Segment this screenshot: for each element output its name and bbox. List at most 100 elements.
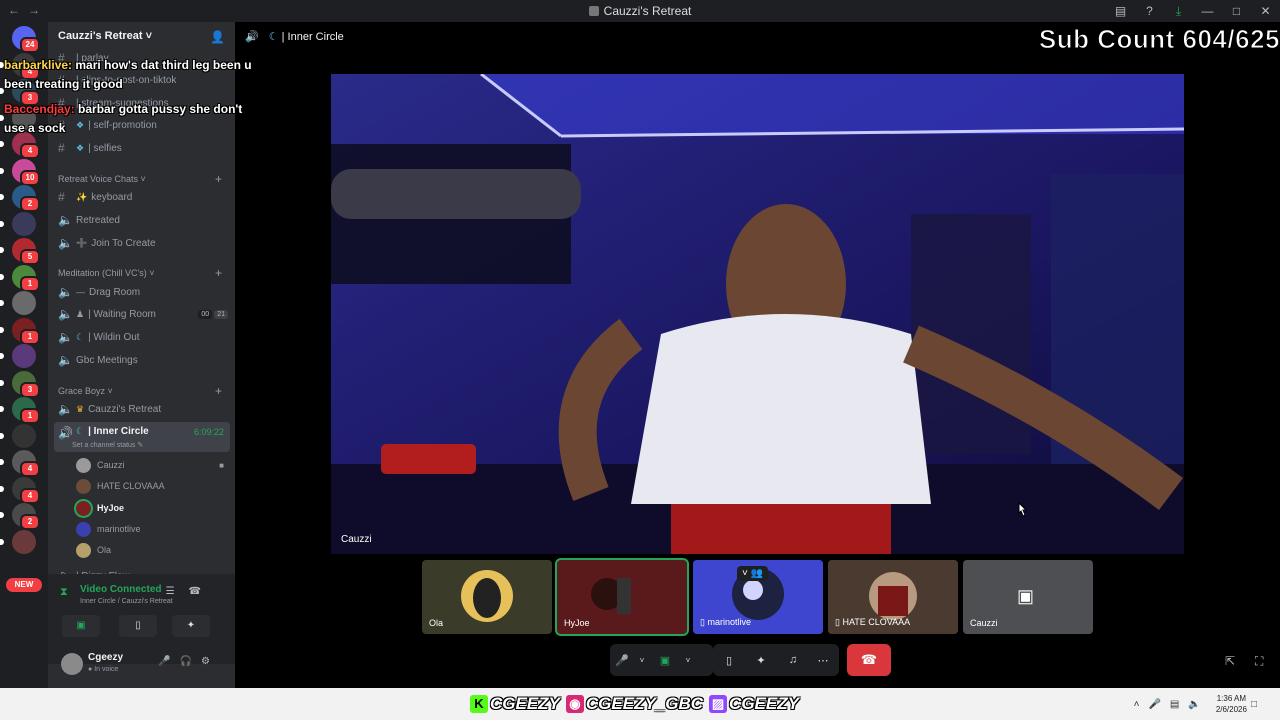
channel-status[interactable]: Set a channel status ✎: [72, 441, 143, 449]
activities-button[interactable]: ✦: [172, 615, 210, 637]
close-button[interactable]: ✕: [1251, 4, 1280, 18]
unread-pip: [0, 300, 4, 306]
activities-icon[interactable]: ✦: [745, 654, 777, 667]
server-icon[interactable]: [0, 344, 36, 368]
main-video-feed[interactable]: Cauzzi: [331, 74, 1184, 554]
disconnect-icon[interactable]: ☎: [189, 586, 215, 597]
category-grace[interactable]: Grace Boyz ˅ +: [58, 384, 230, 398]
notification-icon[interactable]: □: [1251, 699, 1257, 710]
more-options-icon[interactable]: ⋯: [809, 654, 837, 667]
channel-keyboard[interactable]: # ✨ keyboard: [54, 187, 230, 207]
category-label: Retreat Voice Chats: [58, 174, 139, 184]
channel-gbc-meetings[interactable]: 🔈 Gbc Meetings: [54, 350, 230, 370]
speaker-icon: 🔈: [58, 213, 73, 227]
server-icon[interactable]: 4: [0, 476, 40, 504]
channel-wildin-out[interactable]: 🔈 ☾ | Wildin Out: [54, 327, 230, 347]
clock[interactable]: 1:36 AM 2/6/2026: [1216, 693, 1247, 715]
server-icon[interactable]: 1: [0, 397, 40, 424]
member-ola[interactable]: Ola: [76, 540, 228, 560]
home-icon[interactable]: 24: [12, 26, 40, 53]
server-icon[interactable]: 2: [0, 185, 40, 212]
tile-marinotlive[interactable]: ˅ 👥 ▯ marinotlive: [693, 560, 823, 634]
category-voice[interactable]: Retreat Voice Chats ˅ +: [58, 172, 230, 186]
hash-icon: #: [58, 141, 65, 155]
channel-retreated[interactable]: 🔈 Retreated: [54, 210, 230, 230]
channel-waiting-room[interactable]: 🔈 ♟ | Waiting Room 00 21: [54, 304, 230, 324]
unread-pip: [0, 167, 4, 174]
unread-pip: [0, 485, 4, 492]
member-hate-clovaaa[interactable]: HATE CLOVAAA: [76, 476, 228, 496]
fullscreen-icon[interactable]: ⛶: [1255, 654, 1263, 669]
voice-status-title[interactable]: Video Connected: [80, 584, 162, 595]
server-icon[interactable]: [0, 529, 36, 554]
popout-icon[interactable]: ⇱: [1225, 654, 1235, 668]
avatar: [76, 478, 91, 494]
channel-label: keyboard: [91, 191, 133, 203]
noise-suppression-icon[interactable]: ☰: [166, 586, 189, 597]
screen-share-button[interactable]: ▯: [119, 615, 157, 637]
window-title: Cauzzi's Retreat: [0, 4, 1280, 18]
server-icon[interactable]: 1: [0, 264, 40, 292]
channel-cauzzis-retreat[interactable]: 🔈 ♛ Cauzzi's Retreat: [54, 399, 230, 419]
tile-ola[interactable]: Ola: [422, 560, 552, 634]
signal-icon[interactable]: ⧗: [60, 586, 68, 599]
channel-selfies[interactable]: # ❖ | selfies: [54, 138, 230, 158]
microphone-icon[interactable]: 🎤: [158, 656, 179, 667]
inbox-icon[interactable]: ▤: [1106, 4, 1135, 18]
invite-icon[interactable]: 👤: [210, 30, 225, 44]
help-icon[interactable]: ?: [1135, 4, 1164, 18]
mic-options-icon[interactable]: ˅: [634, 656, 650, 665]
microphone-tray-icon[interactable]: 🎤: [1148, 699, 1160, 710]
tile-options-icon[interactable]: ˅ 👥: [737, 566, 769, 581]
server-icon[interactable]: 2: [0, 503, 40, 530]
server-icon[interactable]: [0, 211, 36, 236]
volume-icon[interactable]: 🔈: [1188, 699, 1200, 710]
video-frame: [331, 74, 1184, 554]
camera-options-icon[interactable]: ˅: [680, 656, 696, 665]
tile-hate-clovaaa[interactable]: ▯ HATE CLOVAAA: [828, 560, 958, 634]
unread-pip: [0, 194, 4, 200]
chevron-up-icon[interactable]: ˄: [1134, 699, 1140, 710]
add-channel-icon[interactable]: +: [215, 172, 222, 186]
server-icon[interactable]: [0, 291, 36, 315]
user-avatar[interactable]: [61, 653, 83, 675]
server-icon[interactable]: 5: [0, 238, 40, 265]
tile-hyjoe[interactable]: HyJoe: [555, 558, 689, 636]
settings-gear-icon[interactable]: ⚙: [201, 656, 219, 667]
new-badge[interactable]: NEW: [6, 578, 42, 592]
server-icon[interactable]: 1: [0, 317, 40, 345]
channel-join-to-create[interactable]: 🔈 ➕ Join To Create: [54, 233, 230, 253]
sparkle-icon: ✨: [76, 191, 88, 202]
download-icon[interactable]: ⤓: [1164, 4, 1193, 19]
headphones-icon[interactable]: 🎧: [180, 656, 201, 667]
minimize-button[interactable]: —: [1193, 4, 1222, 18]
server-icon[interactable]: 3: [0, 370, 40, 398]
category-meditation[interactable]: Meditation (Chill VC's) ˅ +: [58, 266, 230, 280]
server-icon[interactable]: 4: [0, 450, 40, 477]
speaker-icon: 🔈: [58, 236, 73, 250]
add-channel-icon[interactable]: +: [215, 266, 222, 280]
member-marinotlive[interactable]: marinotlive: [76, 519, 228, 539]
maximize-button[interactable]: □: [1222, 4, 1251, 18]
server-icon[interactable]: [0, 423, 36, 448]
member-cauzzi[interactable]: Cauzzi ■: [76, 455, 228, 475]
camera-toggle-icon[interactable]: ▣: [650, 654, 680, 667]
mention-badge: 4: [20, 461, 40, 477]
server-icon[interactable]: 10: [0, 158, 40, 186]
channel-inner-circle[interactable]: 🔊 ☾ | Inner Circle 6:09:22 Set a channel s…: [54, 422, 230, 452]
microphone-icon[interactable]: 🎤: [610, 654, 634, 667]
disconnect-call-button[interactable]: ☎: [847, 644, 891, 676]
soundboard-icon[interactable]: ♫: [777, 654, 809, 666]
user-name[interactable]: Cgeezy: [88, 652, 123, 663]
network-icon[interactable]: ▤: [1170, 699, 1179, 710]
channel-drag-room[interactable]: 🔈 — Drag Room: [54, 282, 230, 302]
channel-label: | Waiting Room: [88, 308, 156, 320]
tile-cauzzi[interactable]: ▣ Cauzzi: [963, 560, 1093, 634]
tile-name-wrap: ▯ marinotlive: [700, 617, 751, 627]
camera-button[interactable]: ▣: [62, 615, 100, 637]
member-hyjoe[interactable]: HyJoe: [76, 498, 228, 518]
screen-share-icon[interactable]: ▯: [713, 654, 745, 667]
count-current: 00: [198, 309, 213, 319]
add-channel-icon[interactable]: +: [215, 384, 222, 398]
unread-pip: [0, 220, 4, 227]
